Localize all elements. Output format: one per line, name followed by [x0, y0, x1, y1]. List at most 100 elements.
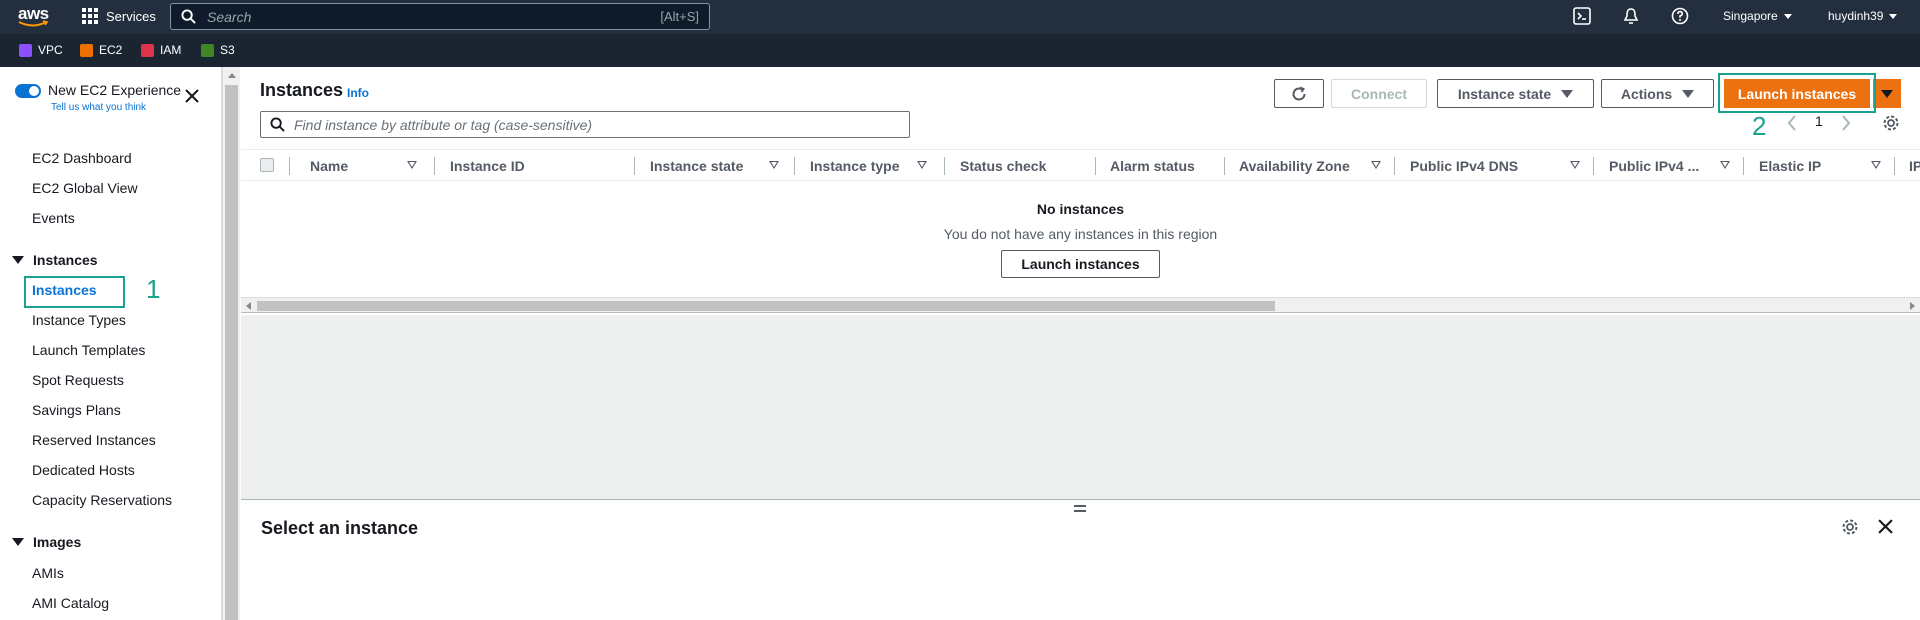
filter-icon[interactable] [407, 161, 417, 169]
column-header-instance-state[interactable]: Instance state [650, 158, 743, 174]
empty-state-title: No instances [1036, 201, 1125, 217]
search-placeholder: Search [207, 9, 252, 25]
sidebar-section-images[interactable]: Images [12, 534, 81, 550]
filter-icon[interactable] [1570, 161, 1580, 169]
highlight-box [1718, 73, 1876, 113]
refresh-button[interactable] [1274, 79, 1324, 108]
expand-triangle-icon [12, 256, 24, 264]
favorite-s3[interactable]: S3 [201, 43, 235, 57]
region-label: Singapore [1723, 9, 1778, 23]
launch-options-dropdown[interactable] [1873, 79, 1901, 108]
help-icon[interactable] [1671, 7, 1689, 25]
caret-down-icon [1561, 89, 1574, 98]
global-search-input[interactable]: Search [Alt+S] [170, 3, 710, 30]
sidebar-item-spot-requests[interactable]: Spot Requests [32, 372, 124, 388]
find-placeholder: Find instance by attribute or tag (case-… [294, 117, 593, 133]
grid-icon [82, 8, 98, 24]
page-title: Instances [260, 80, 344, 100]
sidebar-item-events[interactable]: Events [32, 210, 75, 226]
region-selector[interactable]: Singapore [1723, 9, 1792, 23]
caret-down-icon [1682, 89, 1695, 98]
column-header-availability-zone[interactable]: Availability Zone [1239, 158, 1350, 174]
sidebar: New EC2 Experience Tell us what you thin… [0, 67, 222, 620]
scroll-up-arrow-icon[interactable] [228, 73, 236, 78]
new-experience-label: New EC2 Experience [48, 82, 182, 98]
favorite-iam[interactable]: IAM [141, 43, 181, 57]
annotation-number: 1 [146, 274, 161, 304]
column-header-ip[interactable]: IP [1909, 158, 1920, 174]
column-header-elastic-ip[interactable]: Elastic IP [1759, 158, 1821, 174]
sidebar-item-instance-types[interactable]: Instance Types [32, 312, 126, 328]
gear-icon[interactable] [1841, 518, 1859, 536]
column-header-public-ipv4-dns[interactable]: Public IPv4 DNS [1410, 158, 1518, 174]
s3-service-icon [201, 43, 214, 57]
main-content: Instances Info Connect Instance state Ac… [241, 67, 1920, 620]
actions-button[interactable]: Actions [1601, 79, 1714, 108]
empty-launch-instances-button[interactable]: Launch instances [1001, 250, 1160, 278]
favorite-vpc[interactable]: VPC [19, 43, 63, 57]
favorite-ec2[interactable]: EC2 [80, 43, 122, 57]
aws-logo[interactable]: aws [18, 4, 54, 30]
annotation-number: 2 [1752, 111, 1767, 141]
column-header-name[interactable]: Name [310, 158, 348, 174]
services-label: Services [106, 8, 156, 24]
scroll-left-arrow-icon[interactable] [246, 302, 251, 310]
feedback-link[interactable]: Tell us what you think [51, 102, 146, 113]
filter-icon[interactable] [769, 161, 779, 169]
chevron-right-icon[interactable] [1841, 115, 1851, 131]
column-header-status-check[interactable]: Status check [960, 158, 1046, 174]
sidebar-item-capacity-reservations[interactable]: Capacity Reservations [32, 492, 172, 508]
services-menu[interactable]: Services [82, 8, 156, 24]
instance-state-button[interactable]: Instance state [1437, 79, 1594, 108]
info-link[interactable]: Info [347, 86, 369, 100]
expand-triangle-icon [12, 538, 24, 546]
sidebar-item-amis[interactable]: AMIs [32, 565, 64, 581]
filter-icon[interactable] [1371, 161, 1381, 169]
scrollbar-thumb[interactable] [225, 85, 238, 620]
sidebar-item-launch-templates[interactable]: Launch Templates [32, 342, 145, 358]
table-horizontal-scrollbar[interactable] [241, 297, 1920, 313]
scroll-right-arrow-icon[interactable] [1910, 302, 1915, 310]
cloudshell-icon[interactable] [1573, 7, 1591, 25]
connect-button[interactable]: Connect [1331, 79, 1427, 108]
filter-icon[interactable] [1871, 161, 1881, 169]
column-header-public-ipv4[interactable]: Public IPv4 ... [1609, 158, 1699, 174]
column-header-alarm-status[interactable]: Alarm status [1110, 158, 1195, 174]
search-icon [270, 117, 285, 132]
notifications-bell-icon[interactable] [1622, 7, 1640, 25]
search-shortcut: [Alt+S] [660, 9, 699, 24]
column-header-instance-type[interactable]: Instance type [810, 158, 899, 174]
sidebar-item-ec2-dashboard[interactable]: EC2 Dashboard [32, 150, 132, 166]
content-background [241, 315, 1920, 499]
scrollbar-thumb[interactable] [257, 301, 1275, 311]
sidebar-item-savings-plans[interactable]: Savings Plans [32, 402, 121, 418]
split-panel-title: Select an instance [261, 518, 419, 538]
close-icon[interactable] [1878, 519, 1893, 534]
new-experience-toggle[interactable] [15, 84, 41, 98]
sidebar-scrollbar[interactable] [222, 67, 240, 620]
filter-icon[interactable] [1720, 161, 1730, 169]
sidebar-section-instances[interactable]: Instances [12, 252, 98, 268]
sidebar-item-ec2-global-view[interactable]: EC2 Global View [32, 180, 138, 196]
filter-icon[interactable] [917, 161, 927, 169]
sidebar-item-ami-catalog[interactable]: AMI Catalog [32, 595, 109, 611]
empty-state-description: You do not have any instances in this re… [943, 226, 1218, 242]
page-number[interactable]: 1 [1815, 113, 1823, 129]
sidebar-item-instances[interactable]: Instances [32, 282, 97, 298]
iam-service-icon [141, 43, 154, 57]
gear-icon[interactable] [1882, 114, 1900, 132]
caret-down-icon [1889, 13, 1898, 19]
sidebar-item-reserved-instances[interactable]: Reserved Instances [32, 432, 156, 448]
vpc-service-icon [19, 43, 32, 57]
select-all-checkbox[interactable] [260, 158, 274, 172]
account-label: huydinh39 [1828, 9, 1884, 23]
column-header-instance-id[interactable]: Instance ID [450, 158, 525, 174]
chevron-left-icon[interactable] [1787, 115, 1797, 131]
sidebar-item-dedicated-hosts[interactable]: Dedicated Hosts [32, 462, 135, 478]
drag-handle-icon[interactable] [1074, 505, 1086, 515]
refresh-icon [1292, 86, 1306, 100]
account-menu[interactable]: huydinh39 [1828, 9, 1898, 23]
split-panel: Select an instance [241, 499, 1920, 620]
find-instance-input[interactable]: Find instance by attribute or tag (case-… [260, 111, 910, 138]
close-icon[interactable] [185, 89, 199, 103]
